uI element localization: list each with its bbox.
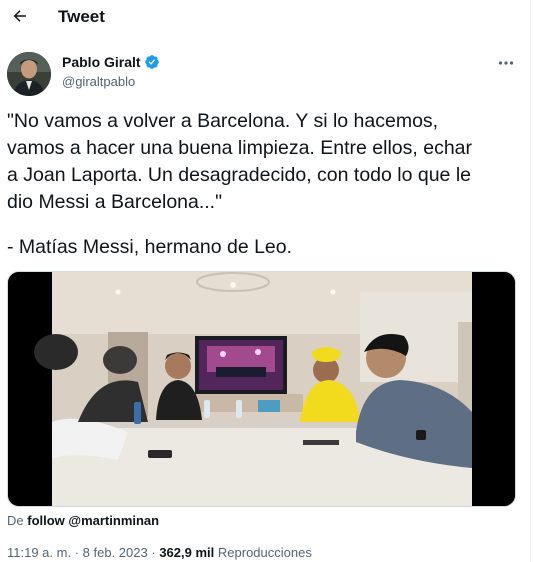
tweet-signature: - Matías Messi, hermano de Leo. xyxy=(7,236,293,258)
tweet-line: "No vamos a volver a Barcelona. Y si lo … xyxy=(7,110,439,132)
author-name-row[interactable]: Pablo Giralt xyxy=(62,54,160,70)
views-count: 362,9 mil xyxy=(159,545,215,560)
attribution-source-link[interactable]: follow @martinminan xyxy=(27,513,159,528)
video-frame xyxy=(8,272,515,506)
more-options-button[interactable] xyxy=(496,56,516,70)
page-title: Tweet xyxy=(58,7,105,26)
arrow-left-icon xyxy=(13,10,26,22)
tweet-media-video[interactable] xyxy=(7,271,516,507)
author-name[interactable]: Pablo Giralt xyxy=(62,54,141,70)
header: Tweet xyxy=(0,0,530,36)
attribution-prefix: De xyxy=(7,513,24,528)
tweet-time[interactable]: 11:19 a. m. xyxy=(7,545,71,560)
tweet-line: a Joan Laporta. Un desagradecido, con to… xyxy=(7,164,472,186)
tweet-page: Tweet Pablo Giralt @giraltpablo "No vamo… xyxy=(0,0,531,562)
views-label: Reproducciones xyxy=(217,545,312,560)
author-handle[interactable]: @giraltpablo xyxy=(62,74,135,89)
verified-badge-icon xyxy=(144,55,159,69)
back-button[interactable] xyxy=(10,6,30,26)
tweet-text: "No vamos a volver a Barcelona. Y si lo … xyxy=(7,108,523,261)
tweet-line: dio Messi a Barcelona..." xyxy=(7,191,223,213)
tweet-line: vamos a hacer una buena limpieza. Entre … xyxy=(7,137,473,159)
media-attribution: De follow @martinminan xyxy=(7,513,159,528)
tweet-meta: 11:19 a. m. · 8 feb. 2023 · 362,9 mil Re… xyxy=(7,545,312,560)
avatar[interactable] xyxy=(7,52,51,96)
meta-separator: · xyxy=(151,545,156,560)
meta-separator: · xyxy=(74,545,80,560)
avatar-image xyxy=(7,52,51,96)
more-horizontal-icon xyxy=(498,61,514,65)
tweet-date[interactable]: 8 feb. 2023 xyxy=(83,545,148,560)
